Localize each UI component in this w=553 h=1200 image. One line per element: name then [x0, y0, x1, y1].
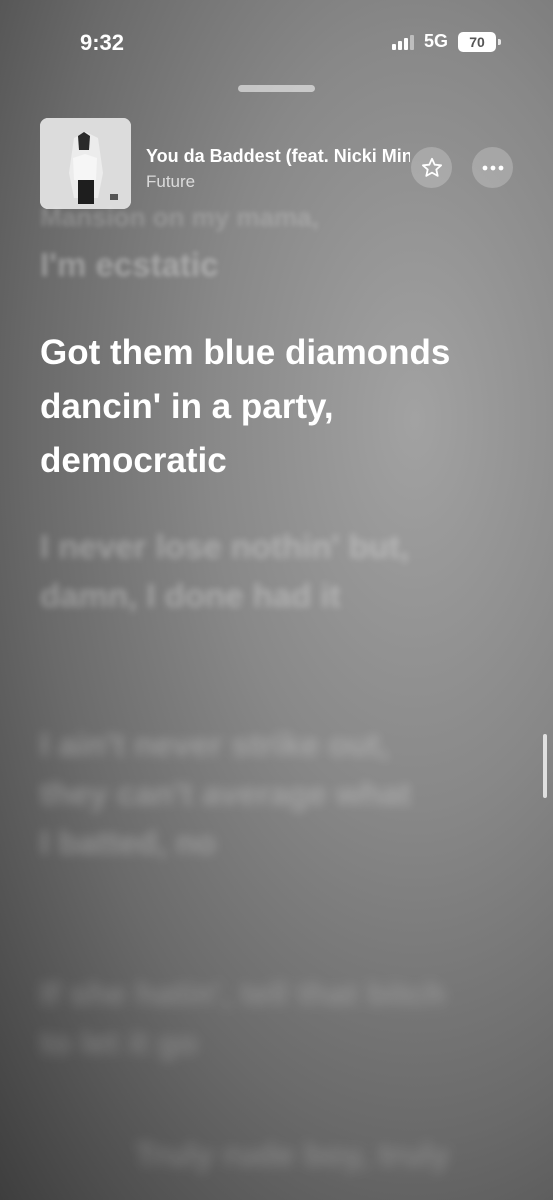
lyric-line-previous[interactable]: I'm ecstatic	[40, 240, 218, 289]
favorite-button[interactable]	[411, 147, 452, 188]
lyric-line-next-1[interactable]: I never lose nothin' but, damn, I done h…	[40, 522, 440, 620]
status-indicators: 5G 70	[391, 31, 501, 52]
cellular-signal-icon	[391, 34, 414, 50]
lyric-line-current[interactable]: Got them blue diamonds dancin' in a part…	[40, 326, 470, 488]
status-time: 9:32	[80, 30, 125, 55]
track-artist[interactable]: Future	[146, 172, 195, 192]
lyric-line-next-3[interactable]: If she hatin', tell that bitch to let it…	[40, 969, 460, 1067]
lyric-line-next-4[interactable]: Truly rude boy, truly	[135, 1130, 535, 1179]
network-type: 5G	[423, 31, 448, 51]
battery-icon: 70	[458, 31, 501, 52]
sheet-grabber-handle[interactable]	[238, 85, 315, 92]
ellipsis-icon	[482, 165, 503, 170]
album-art[interactable]	[40, 118, 131, 209]
more-options-button[interactable]	[472, 147, 513, 188]
now-playing-header: You da Baddest (feat. Nicki Minaj) Futur…	[40, 118, 513, 210]
lyric-line-previous-partial[interactable]: Mansion on my mama,	[40, 202, 319, 232]
status-bar: 9:32 5G 70	[0, 0, 553, 80]
battery-level: 70	[458, 31, 496, 52]
track-title[interactable]: You da Baddest (feat. Nicki Minaj)	[146, 146, 410, 167]
star-icon	[421, 157, 442, 177]
lyric-line-next-2[interactable]: I ain't never strike out, they can't ave…	[40, 720, 420, 867]
scrollbar[interactable]	[543, 734, 547, 798]
